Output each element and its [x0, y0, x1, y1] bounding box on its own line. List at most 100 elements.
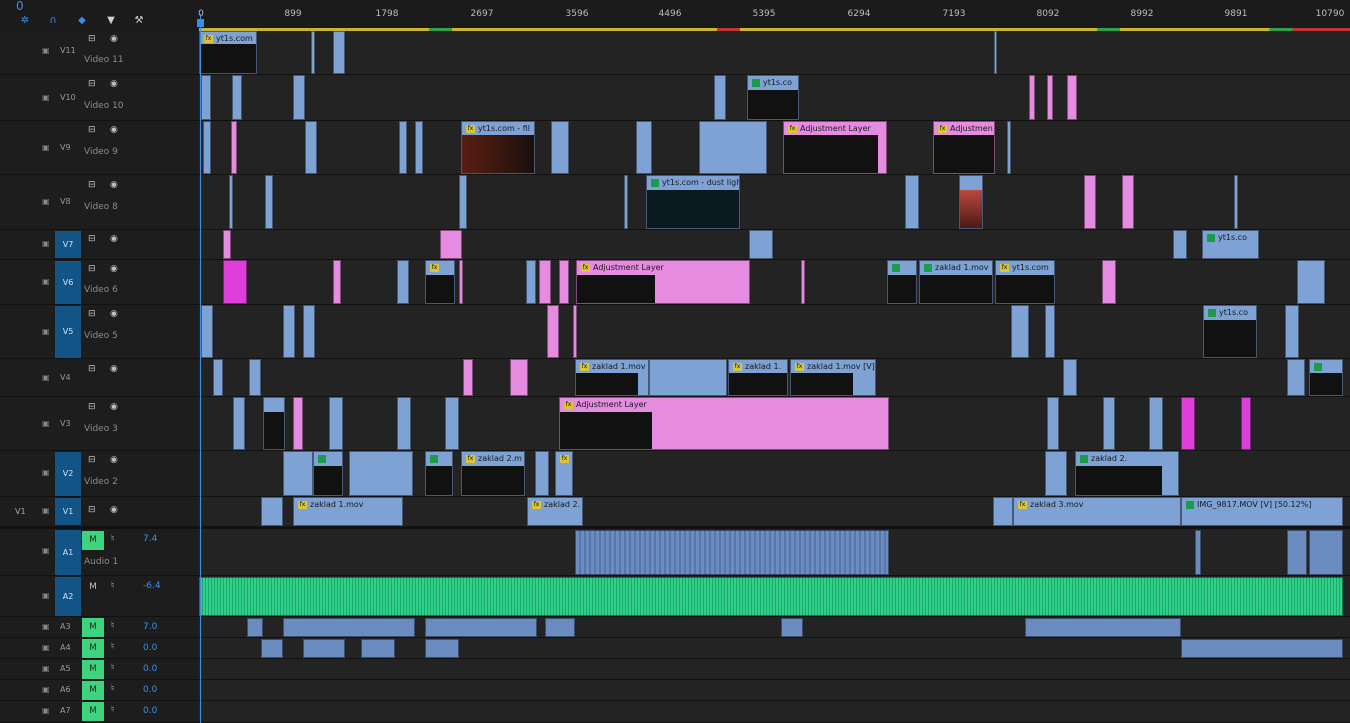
timeline-clip[interactable]: [1103, 397, 1115, 450]
eye-icon[interactable]: ◉: [110, 180, 118, 190]
volume-value[interactable]: -6.4: [143, 581, 161, 591]
audio-clip[interactable]: [247, 618, 263, 637]
timeline-clip[interactable]: fx zaklad 1.mov [: [575, 359, 649, 396]
lane-v6[interactable]: fx fx Adjustment Layer zaklad 1.mov fx yt1: [199, 260, 1350, 305]
eye-icon[interactable]: ◉: [110, 264, 118, 274]
lock-icon[interactable]: ▣: [42, 47, 50, 55]
lane-v4[interactable]: fx zaklad 1.mov [ fx zaklad 1. fx zaklad 1.…: [199, 359, 1350, 397]
timeline-clip[interactable]: [283, 305, 295, 358]
track-target-toggle[interactable]: V2: [55, 452, 81, 496]
timeline-clip[interactable]: [887, 260, 917, 304]
timeline-clip[interactable]: [265, 175, 273, 229]
timeline-clip[interactable]: [1241, 397, 1251, 450]
lock-icon[interactable]: ▣: [42, 240, 50, 248]
timeline-clip[interactable]: [993, 497, 1013, 526]
timeline-clip[interactable]: [229, 175, 233, 229]
timeline-clip[interactable]: [463, 359, 473, 396]
track-target-toggle[interactable]: A1: [55, 530, 81, 575]
track-target-toggle[interactable]: V7: [55, 231, 81, 258]
eye-icon[interactable]: ◉: [110, 402, 118, 412]
playhead[interactable]: [200, 14, 201, 723]
audio-clip[interactable]: [1195, 530, 1201, 575]
timeline-clip[interactable]: fx Adjustment Layer: [783, 121, 887, 174]
audio-clip[interactable]: [425, 639, 459, 658]
lock-icon[interactable]: ▣: [42, 374, 50, 382]
eye-icon[interactable]: ◉: [110, 364, 118, 374]
sync-lock-icon[interactable]: ⊟: [88, 364, 96, 374]
timeline-clip[interactable]: [1007, 121, 1011, 174]
mute-button[interactable]: M: [82, 578, 104, 597]
timeline-clip[interactable]: [749, 230, 773, 259]
sync-lock-icon[interactable]: ⊟: [88, 34, 96, 44]
timeline-clip[interactable]: [1285, 305, 1299, 358]
sync-lock-icon[interactable]: ⊟: [88, 125, 96, 135]
timeline-clip[interactable]: [440, 230, 462, 259]
timeline-clip[interactable]: [1045, 305, 1055, 358]
lane-v2[interactable]: fx zaklad 2.m fx zaklad 2.: [199, 451, 1350, 497]
sync-lock-icon[interactable]: ⊟: [88, 180, 96, 190]
sync-lock-icon[interactable]: ⊟: [88, 402, 96, 412]
timeline-clip[interactable]: fx Adjustment Layer: [559, 397, 889, 450]
timeline-clip[interactable]: [526, 260, 536, 304]
marker-icon[interactable]: ▼: [104, 15, 118, 27]
timeline-clip[interactable]: [333, 260, 341, 304]
eye-icon[interactable]: ◉: [110, 234, 118, 244]
timeline-clip[interactable]: [1149, 397, 1163, 450]
mute-button[interactable]: M: [82, 531, 104, 550]
timeline-clip[interactable]: [1047, 397, 1059, 450]
timeline-clip[interactable]: [349, 451, 413, 496]
timeline-clip[interactable]: [445, 397, 459, 450]
playhead-handle[interactable]: [197, 19, 204, 27]
lane-v8[interactable]: yt1s.com - dust ligh: [199, 175, 1350, 230]
timeline-clip[interactable]: [1122, 175, 1134, 229]
timeline-tracks[interactable]: fx yt1s.com yt1s.co fx yt1s.com - fil fx…: [199, 31, 1350, 723]
sync-lock-icon[interactable]: ⊟: [88, 79, 96, 89]
timeline-clip[interactable]: [510, 359, 528, 396]
timeline-clip[interactable]: [203, 121, 211, 174]
timeline-clip[interactable]: [535, 451, 549, 496]
timeline-clip[interactable]: [201, 305, 213, 358]
audio-clip[interactable]: [361, 639, 395, 658]
lock-icon[interactable]: ▣: [42, 278, 50, 286]
timeline-clip[interactable]: [699, 121, 767, 174]
audio-clip[interactable]: [1181, 639, 1343, 658]
timeline-clip[interactable]: [223, 230, 231, 259]
timeline-clip[interactable]: [959, 175, 983, 229]
wrench-icon[interactable]: ⚒: [132, 15, 146, 27]
timeline-clip[interactable]: [1181, 397, 1195, 450]
track-target-toggle[interactable]: A2: [55, 577, 81, 616]
volume-value[interactable]: 0.0: [143, 706, 157, 716]
audio-clip[interactable]: [1025, 618, 1181, 637]
timeline-clip[interactable]: yt1s.com - dust ligh: [646, 175, 740, 229]
lane-v10[interactable]: yt1s.co: [199, 75, 1350, 121]
lane-v3[interactable]: fx Adjustment Layer: [199, 397, 1350, 451]
timeline-clip[interactable]: [329, 397, 343, 450]
time-ruler[interactable]: 0 899 1798 2697 3596 4496 5395 6294 7193…: [198, 0, 1350, 32]
timeline-clip[interactable]: [283, 451, 313, 496]
timeline-clip[interactable]: [994, 31, 997, 74]
volume-value[interactable]: 7.4: [143, 534, 157, 544]
timeline-clip[interactable]: fx zaklad 1.mov: [293, 497, 403, 526]
timeline-clip[interactable]: [1297, 260, 1325, 304]
lane-a5[interactable]: [199, 659, 1350, 680]
lock-icon[interactable]: ▣: [42, 144, 50, 152]
snap-icon[interactable]: ✲: [18, 15, 32, 27]
eye-icon[interactable]: ◉: [110, 505, 118, 515]
timeline-clip[interactable]: [249, 359, 261, 396]
lane-a1[interactable]: [199, 529, 1350, 576]
timeline-clip[interactable]: [397, 397, 411, 450]
volume-value[interactable]: 0.0: [143, 664, 157, 674]
timeline-clip[interactable]: [1045, 451, 1067, 496]
timeline-clip[interactable]: fx zaklad 1.mov [V]: [790, 359, 876, 396]
timeline-clip[interactable]: [905, 175, 919, 229]
lock-icon[interactable]: ▣: [42, 328, 50, 336]
timeline-clip[interactable]: fx zaklad 1.: [728, 359, 788, 396]
timeline-clip[interactable]: [201, 75, 211, 120]
timeline-clip[interactable]: [624, 175, 628, 229]
timeline-clip[interactable]: [1063, 359, 1077, 396]
lock-icon[interactable]: ▣: [42, 665, 50, 673]
lock-icon[interactable]: ▣: [42, 469, 50, 477]
mute-button[interactable]: M: [82, 618, 104, 637]
lock-icon[interactable]: ▣: [42, 592, 50, 600]
lane-a3[interactable]: [199, 617, 1350, 638]
